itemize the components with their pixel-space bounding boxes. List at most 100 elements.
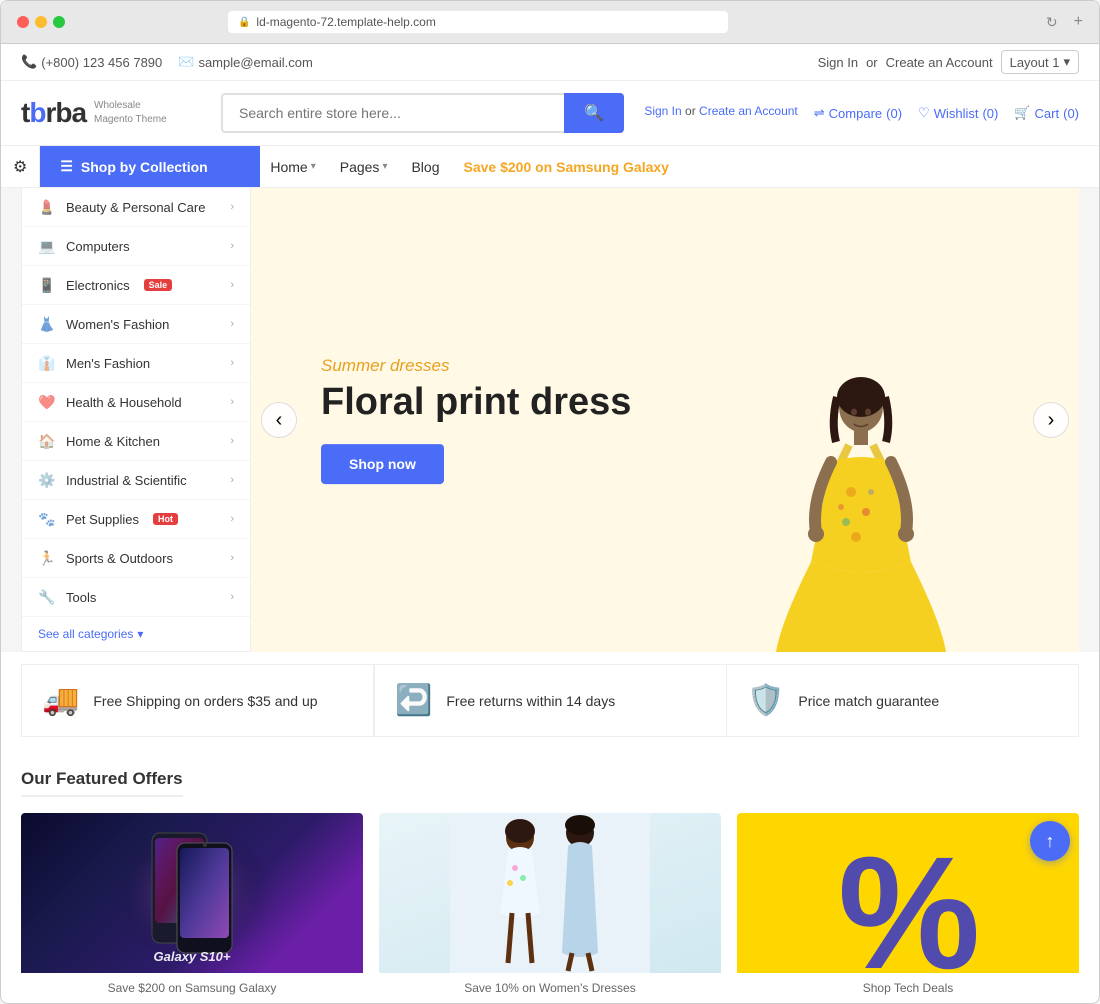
hero-banner: ‹ Summer dresses Floral print dress Shop…	[251, 188, 1079, 652]
womens-fashion-icon: 👗	[38, 315, 56, 333]
sign-in-header-link[interactable]: Sign In	[644, 104, 681, 118]
chevron-health: ›	[230, 396, 234, 408]
cart-link[interactable]: 🛒 Cart (0)	[1014, 105, 1079, 121]
hero-woman-svg	[701, 362, 1001, 652]
shop-by-button[interactable]: ☰ Shop by Collection	[40, 146, 260, 187]
phone-link[interactable]: 📞 (+800) 123 456 7890	[21, 54, 162, 70]
menu-icon: ☰	[60, 158, 73, 175]
sidebar-item-womens-fashion[interactable]: 👗 Women's Fashion ›	[22, 305, 250, 344]
home-label: Home	[270, 159, 307, 175]
sidebar-item-electronics[interactable]: 📱 Electronics Sale ›	[22, 266, 250, 305]
email-link[interactable]: ✉️ sample@email.com	[178, 54, 313, 70]
hero-next-button[interactable]: ›	[1033, 402, 1069, 438]
hero-subtitle: Summer dresses	[321, 356, 631, 376]
new-tab-icon[interactable]: +	[1074, 13, 1083, 31]
purchase-theme-label: Save $200 on Samsung Galaxy	[464, 159, 669, 175]
chevron-mens: ›	[230, 357, 234, 369]
galaxy-svg: Galaxy S10+	[92, 813, 292, 973]
logo-area: tbrba Wholesale Magento Theme	[21, 97, 201, 129]
sidebar-item-tools[interactable]: 🔧 Tools ›	[22, 578, 250, 617]
logo-text: tbrba	[21, 97, 86, 129]
deal-card-image: %	[737, 813, 1079, 973]
home-kitchen-icon: 🏠	[38, 432, 56, 450]
sidebar-item-left-computers: 💻 Computers	[38, 237, 130, 255]
create-account-header-link[interactable]: Create an Account	[699, 104, 798, 118]
tools-icon: 🔧	[38, 588, 56, 606]
shop-by-label: Shop by Collection	[81, 159, 208, 175]
chevron-tools: ›	[230, 591, 234, 603]
sidebar-item-left-beauty: 💄 Beauty & Personal Care	[38, 198, 205, 216]
window-chrome: 🔒 ld-magento-72.template-help.com ↻ +	[1, 1, 1099, 44]
sidebar-item-left-sports: 🏃 Sports & Outdoors	[38, 549, 173, 567]
logo-subtitle: Wholesale Magento Theme	[94, 99, 167, 127]
sidebar-item-home-kitchen[interactable]: 🏠 Home & Kitchen ›	[22, 422, 250, 461]
compare-link[interactable]: ⇌ Compare (0)	[814, 105, 902, 121]
header-top-links: Sign In or Create an Account	[644, 104, 797, 118]
mens-fashion-icon: 👔	[38, 354, 56, 372]
featured-card-galaxy[interactable]: Galaxy S10+ Save $200 on Samsung Galaxy	[21, 813, 363, 1003]
sidebar-item-mens-fashion[interactable]: 👔 Men's Fashion ›	[22, 344, 250, 383]
benefit-shipping: 🚚 Free Shipping on orders $35 and up	[22, 665, 374, 736]
hot-badge: Hot	[153, 513, 178, 525]
sidebar-item-sports[interactable]: 🏃 Sports & Outdoors ›	[22, 539, 250, 578]
address-bar[interactable]: 🔒 ld-magento-72.template-help.com	[228, 11, 728, 33]
reload-icon[interactable]: ↻	[1046, 14, 1058, 31]
settings-icon[interactable]: ⚙	[13, 157, 27, 177]
hero-prev-button[interactable]: ‹	[261, 402, 297, 438]
electronics-icon: 📱	[38, 276, 56, 294]
pet-label: Pet Supplies	[66, 512, 139, 527]
sidebar-item-health[interactable]: ❤️ Health & Household ›	[22, 383, 250, 422]
layout-selector[interactable]: Layout 1 ▾	[1001, 50, 1079, 74]
sidebar-item-computers[interactable]: 💻 Computers ›	[22, 227, 250, 266]
dot-close[interactable]	[17, 16, 29, 28]
nav-links: Home ▾ Pages ▾ Blog Save $200 on Samsung…	[260, 146, 679, 187]
home-kitchen-label: Home & Kitchen	[66, 434, 160, 449]
sidebar-item-left-mens: 👔 Men's Fashion	[38, 354, 150, 372]
sidebar-item-industrial[interactable]: ⚙️ Industrial & Scientific ›	[22, 461, 250, 500]
dot-maximize[interactable]	[53, 16, 65, 28]
header: tbrba Wholesale Magento Theme 🔍 Sign In …	[1, 81, 1099, 146]
nav-link-home[interactable]: Home ▾	[260, 147, 325, 187]
featured-card-fashion[interactable]: Save 10% on Women's Dresses	[379, 813, 721, 1003]
nav-settings[interactable]: ⚙	[1, 146, 40, 187]
sidebar-item-pet[interactable]: 🐾 Pet Supplies Hot ›	[22, 500, 250, 539]
see-all-categories[interactable]: See all categories ▾	[22, 617, 250, 651]
chevron-beauty: ›	[230, 201, 234, 213]
beauty-icon: 💄	[38, 198, 56, 216]
nav-link-purchase-theme[interactable]: Save $200 on Samsung Galaxy	[454, 147, 679, 187]
search-button[interactable]: 🔍	[564, 93, 624, 133]
benefit-price-match: 🛡️ Price match guarantee	[727, 665, 1078, 736]
sidebar-item-beauty[interactable]: 💄 Beauty & Personal Care ›	[22, 188, 250, 227]
sign-in-link[interactable]: Sign In	[818, 55, 858, 70]
sports-icon: 🏃	[38, 549, 56, 567]
deal-svg: %	[808, 813, 1008, 973]
chevron-home: ▾	[311, 161, 316, 172]
search-input[interactable]	[221, 93, 564, 133]
nav-link-pages[interactable]: Pages ▾	[330, 147, 398, 187]
heart-icon: ♡	[918, 105, 930, 121]
pages-label: Pages	[340, 159, 380, 175]
chevron-computers: ›	[230, 240, 234, 252]
or-text: or	[866, 55, 878, 70]
logo[interactable]: tbrba Wholesale Magento Theme	[21, 97, 167, 129]
wishlist-link[interactable]: ♡ Wishlist (0)	[918, 105, 998, 121]
chevron-electronics: ›	[230, 279, 234, 291]
hero-cta-button[interactable]: Shop now	[321, 444, 444, 484]
cart-label: Cart	[1035, 106, 1060, 121]
sidebar-item-left-womens: 👗 Women's Fashion	[38, 315, 169, 333]
galaxy-card-label: Save $200 on Samsung Galaxy	[21, 973, 363, 1003]
create-account-link[interactable]: Create an Account	[886, 55, 993, 70]
featured-title: Our Featured Offers	[21, 769, 183, 797]
scroll-top-button[interactable]: ↑	[1030, 821, 1070, 861]
cart-icon: 🛒	[1014, 105, 1030, 121]
top-bar-right: Sign In or Create an Account Layout 1 ▾	[818, 50, 1079, 74]
featured-card-deal[interactable]: % Shop Tech Deals	[737, 813, 1079, 1003]
price-match-text: Price match guarantee	[798, 693, 939, 709]
wishlist-label: Wishlist	[934, 106, 979, 121]
email-icon: ✉️	[178, 54, 194, 70]
chevron-home-kitchen: ›	[230, 435, 234, 447]
dot-minimize[interactable]	[35, 16, 47, 28]
nav-link-blog[interactable]: Blog	[401, 147, 449, 187]
sidebar-item-left-electronics: 📱 Electronics Sale	[38, 276, 172, 294]
compare-icon: ⇌	[814, 105, 825, 121]
